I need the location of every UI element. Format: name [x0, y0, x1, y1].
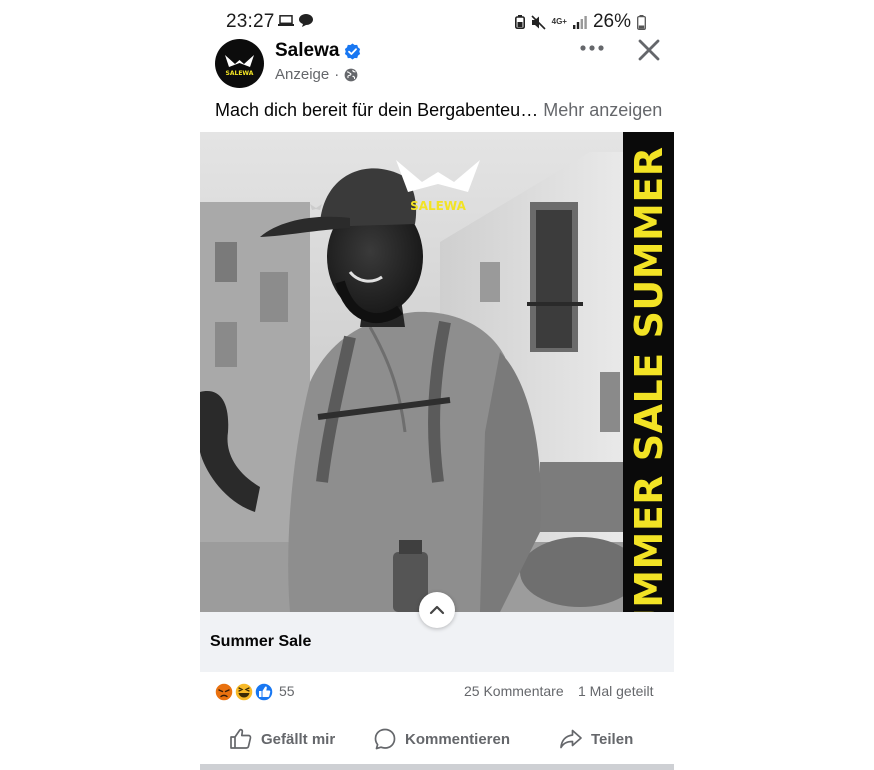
salewa-eagle-logo: SALEWA — [225, 55, 254, 77]
collapse-button[interactable] — [419, 592, 455, 628]
comment-button[interactable]: Kommentieren — [373, 724, 510, 754]
battery-percent: 26% — [592, 11, 631, 32]
post-header: SALEWA Salewa Anzeige · — [200, 38, 674, 92]
like-label: Gefällt mir — [261, 730, 336, 748]
like-icon — [254, 682, 274, 702]
brand-avatar[interactable]: SALEWA — [215, 39, 264, 88]
comments-count[interactable]: 25 Kommentare — [464, 683, 564, 699]
battery-icon — [637, 14, 646, 30]
status-time: 23:27 — [226, 11, 275, 32]
reaction-count[interactable]: 55 — [279, 683, 295, 699]
post-meta: Anzeige · — [275, 66, 358, 83]
angry-icon — [214, 682, 234, 702]
ad-headline: Summer Sale — [210, 633, 312, 650]
share-arrow-icon — [560, 729, 582, 749]
avatar-logo-text: SALEWA — [226, 70, 254, 77]
facebook-feed-screen: 23:27 4G+ 26% SALEWA Salewa Anzeige · Ma… — [200, 0, 674, 770]
globe-icon — [344, 68, 358, 81]
verified-badge-icon — [345, 43, 361, 59]
chevron-up-icon — [429, 605, 445, 615]
mute-icon — [531, 14, 546, 30]
share-label: Teilen — [591, 730, 634, 748]
meta-separator: · — [334, 66, 340, 83]
brand-name[interactable]: Salewa — [275, 40, 339, 62]
caption-text: Mach dich bereit für dein Bergabenteu… — [215, 100, 539, 120]
see-more-link[interactable]: Mehr anzeigen — [543, 100, 662, 120]
more-options-icon[interactable] — [579, 44, 605, 52]
engagement-summary: 55 25 Kommentare 1 Mal geteilt — [200, 672, 674, 710]
post-actions: Gefällt mir Kommentieren Teilen — [200, 718, 674, 762]
summer-sale-banner: UMMER SALE SUMMER S — [623, 132, 674, 612]
shares-count[interactable]: 1 Mal geteilt — [578, 683, 653, 699]
ad-photo: SALEWA — [200, 132, 674, 612]
share-button[interactable]: Teilen — [559, 724, 633, 754]
chat-bubble-icon — [299, 14, 313, 27]
laptop-icon — [278, 15, 294, 26]
battery-saver-icon — [514, 15, 525, 29]
status-bar: 23:27 4G+ 26% — [200, 8, 674, 36]
like-button[interactable]: Gefällt mir — [229, 724, 335, 754]
comment-label: Kommentieren — [405, 730, 511, 748]
reaction-icons[interactable] — [214, 682, 276, 702]
comment-icon — [374, 728, 396, 750]
image-logo-text: SALEWA — [410, 199, 466, 213]
haha-icon — [234, 682, 254, 702]
banner-text: UMMER SALE SUMMER S — [626, 132, 671, 612]
thumbs-up-icon — [230, 728, 252, 749]
ad-image[interactable]: SALEWA UMMER SALE SUMMER S — [200, 132, 674, 612]
sponsored-label: Anzeige — [275, 66, 330, 83]
post-caption: Mach dich bereit für dein Bergabenteu… M… — [215, 100, 662, 121]
brand-row: Salewa — [275, 40, 361, 62]
network-type: 4G+ — [551, 17, 567, 26]
status-right: 4G+ 26% — [514, 11, 646, 33]
signal-icon — [572, 16, 587, 29]
close-icon[interactable] — [638, 39, 660, 61]
next-post-divider — [200, 764, 674, 770]
